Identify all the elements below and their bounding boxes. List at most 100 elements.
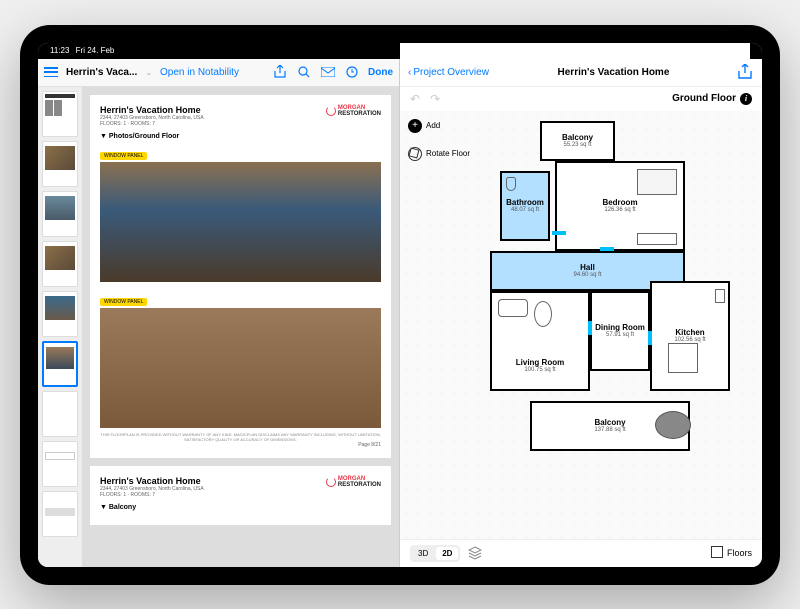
search-icon[interactable] — [296, 64, 312, 80]
layers-icon[interactable] — [468, 546, 482, 560]
photo-1 — [100, 162, 381, 282]
room-bedroom[interactable]: Bedroom 126.36 sq ft — [555, 161, 685, 251]
thumb-1[interactable] — [42, 91, 78, 137]
left-app: Herrin's Vaca... ⌄ Open in Notability Do… — [38, 59, 400, 567]
thumb-2[interactable] — [42, 141, 78, 187]
thumb-4[interactable] — [42, 241, 78, 287]
oval-table-icon — [534, 301, 552, 327]
share-icon-right[interactable] — [738, 64, 754, 80]
screen: 11:23 Fri 24. Feb 44 % Herrin's Vaca... … — [38, 43, 762, 567]
door-accent — [648, 331, 652, 345]
floorplan[interactable]: Balcony 55.23 sq ft Bathroom 48.07 sq ft… — [470, 121, 730, 491]
right-app: ‹ Project Overview Herrin's Vacation Hom… — [400, 59, 762, 567]
logo-swirl-icon — [326, 106, 336, 116]
split-view: Herrin's Vaca... ⌄ Open in Notability Do… — [38, 59, 762, 567]
room-area: 55.23 sq ft — [563, 142, 591, 148]
status-bar: 11:23 Fri 24. Feb 44 % — [38, 43, 762, 59]
status-left: 11:23 Fri 24. Feb — [50, 46, 114, 55]
chevron-left-icon: ‹ — [408, 67, 411, 78]
back-button[interactable]: ‹ Project Overview — [408, 67, 489, 78]
patio-table-icon — [655, 411, 691, 439]
view-toggle[interactable]: 3D 2D — [410, 545, 460, 562]
chevron-down-icon[interactable]: ⌄ — [145, 68, 152, 77]
sofa-icon — [498, 299, 528, 317]
rotate-label: Rotate Floor — [426, 149, 470, 158]
page-address: 2344, 27403 Greensboro, North Carolina, … — [100, 115, 204, 121]
thumb-5[interactable] — [42, 291, 78, 337]
page-number: Page 8/21 — [100, 442, 381, 448]
photo-tag-1: WINDOW PANEL — [100, 152, 147, 160]
room-name: Bedroom — [602, 198, 637, 207]
room-dining[interactable]: Dining Room 57.91 sq ft — [590, 291, 650, 371]
view-3d-button[interactable]: 3D — [412, 547, 434, 560]
view-2d-button[interactable]: 2D — [436, 547, 458, 560]
doc-title-truncated[interactable]: Herrin's Vaca... — [66, 67, 137, 78]
floors-button[interactable]: Floors — [713, 548, 752, 558]
redo-icon[interactable]: ↷ — [430, 92, 440, 106]
room-area: 126.36 sq ft — [604, 207, 635, 213]
info-icon[interactable]: i — [740, 93, 752, 105]
room-balcony-1[interactable]: Balcony 55.23 sq ft — [540, 121, 615, 161]
share-icon[interactable] — [272, 64, 288, 80]
back-label: Project Overview — [413, 67, 489, 78]
photo-tag-2: WINDOW PANEL — [100, 298, 147, 306]
rotate-icon — [408, 147, 422, 161]
page-1: Herrin's Vacation Home 2344, 27403 Green… — [90, 95, 391, 458]
page-meta: FLOORS: 1 · ROOMS: 7 — [100, 121, 204, 127]
menu-icon[interactable] — [44, 67, 58, 77]
room-area: 48.07 sq ft — [511, 207, 539, 213]
wardrobe-icon — [637, 233, 677, 245]
thumb-3[interactable] — [42, 191, 78, 237]
room-name: Balcony — [594, 418, 625, 427]
room-name: Kitchen — [675, 328, 704, 337]
brand-logo: MORGAN RESTORATION — [326, 105, 381, 117]
logo-swirl-icon-2 — [326, 477, 336, 487]
open-in-button[interactable]: Open in Notability — [160, 67, 239, 78]
floor-name: Ground Floor — [672, 93, 736, 104]
thumbnail-rail[interactable] — [38, 87, 82, 567]
room-name: Living Room — [516, 358, 564, 367]
room-area: 94.60 sq ft — [573, 272, 601, 278]
floors-icon — [713, 548, 723, 558]
page-2: Herrin's Vacation Home 2344, 27403 Green… — [90, 466, 391, 525]
bottom-bar: 3D 2D Floors — [400, 539, 762, 567]
door-accent — [588, 321, 592, 335]
project-title: Herrin's Vacation Home — [497, 67, 730, 78]
room-bathroom[interactable]: Bathroom 48.07 sq ft — [500, 171, 550, 241]
floor-label-row[interactable]: Ground Floor i — [672, 93, 752, 105]
section-title-2: ▼ Balcony — [100, 504, 381, 511]
page-title: Herrin's Vacation Home — [100, 105, 204, 115]
add-tool[interactable]: + Add — [408, 119, 470, 133]
sink-icon — [715, 289, 725, 303]
plus-icon: + — [408, 119, 422, 133]
document-view[interactable]: Herrin's Vacation Home 2344, 27403 Green… — [82, 87, 399, 567]
brand-name-2: RESTORATION — [338, 111, 381, 117]
floorplan-canvas[interactable]: + Add Rotate Floor Balcony 55.23 sq ft B… — [400, 111, 762, 539]
ipad-frame: 11:23 Fri 24. Feb 44 % Herrin's Vaca... … — [20, 25, 780, 585]
done-button[interactable]: Done — [368, 67, 393, 78]
table-icon — [668, 343, 698, 373]
page-title-2: Herrin's Vacation Home — [100, 476, 204, 486]
right-toolbar: ‹ Project Overview Herrin's Vacation Hom… — [400, 59, 762, 87]
side-tools: + Add Rotate Floor — [408, 119, 470, 161]
thumb-7[interactable] — [42, 391, 78, 437]
room-area: 100.75 sq ft — [524, 367, 555, 373]
battery-text: 44 % — [566, 46, 584, 55]
thumb-6[interactable] — [42, 341, 78, 387]
page-meta-2: FLOORS: 1 · ROOMS: 7 — [100, 492, 204, 498]
bed-icon — [637, 169, 677, 195]
mail-icon[interactable] — [320, 64, 336, 80]
thumb-8[interactable] — [42, 441, 78, 487]
door-accent — [552, 231, 566, 235]
room-name: Hall — [580, 263, 595, 272]
clock-icon[interactable] — [344, 64, 360, 80]
status-time: 11:23 — [50, 46, 69, 55]
thumb-9[interactable] — [42, 491, 78, 537]
undo-icon[interactable]: ↶ — [410, 92, 420, 106]
floors-label: Floors — [727, 548, 752, 558]
room-kitchen[interactable]: Kitchen 102.56 sq ft — [650, 281, 730, 391]
room-living[interactable]: Living Room 100.75 sq ft — [490, 291, 590, 391]
toilet-icon — [506, 177, 516, 191]
left-toolbar: Herrin's Vaca... ⌄ Open in Notability Do… — [38, 59, 399, 87]
rotate-tool[interactable]: Rotate Floor — [408, 147, 470, 161]
